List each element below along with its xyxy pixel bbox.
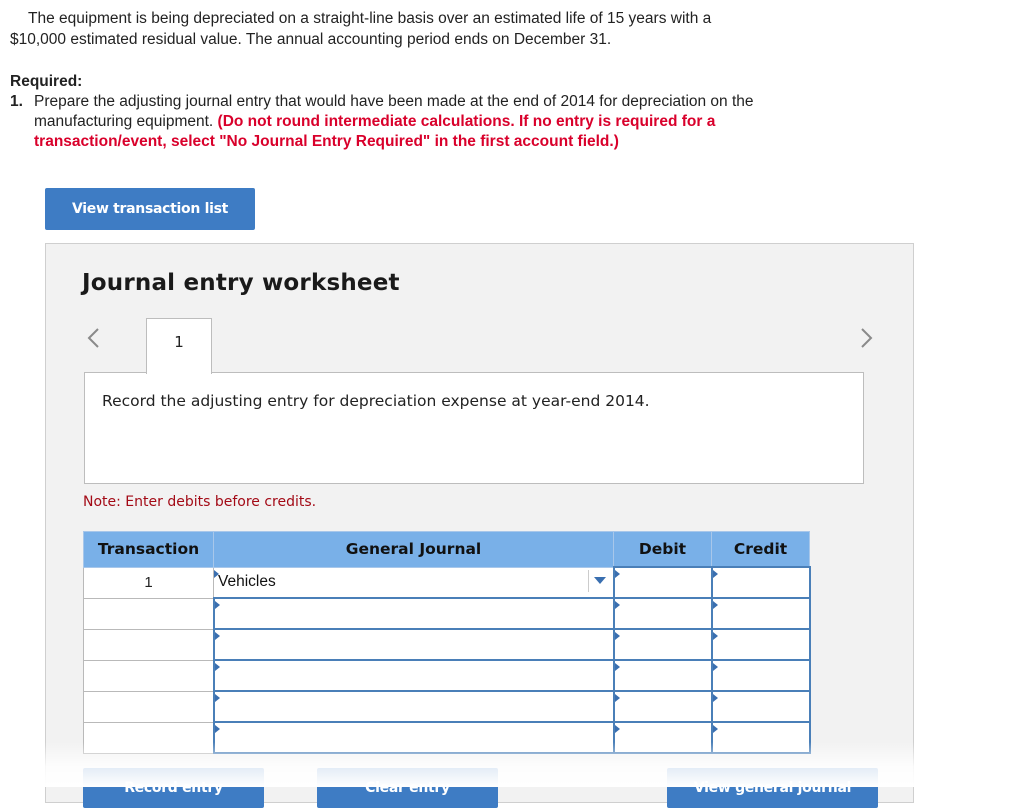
journal-row: 1 Vehicles <box>83 566 811 599</box>
account-select[interactable] <box>212 690 615 723</box>
transaction-number-cell <box>83 628 214 661</box>
problem-intro: The equipment is being depreciated on a … <box>10 8 850 50</box>
row-marker-icon <box>712 632 718 640</box>
transaction-number-cell <box>83 659 214 692</box>
row-marker-icon <box>614 601 620 609</box>
transaction-number-cell <box>83 690 214 723</box>
transaction-description-box <box>84 372 864 484</box>
credit-input[interactable] <box>710 659 811 692</box>
chevron-left-icon[interactable] <box>84 326 104 350</box>
tab-transaction-1[interactable]: 1 <box>146 318 212 374</box>
debit-input[interactable] <box>612 659 713 692</box>
view-general-journal-button[interactable]: View general journal <box>667 768 878 808</box>
account-select[interactable] <box>212 628 615 661</box>
row-marker-icon <box>214 601 220 609</box>
header-credit: Credit <box>711 531 810 568</box>
row-marker-icon <box>712 570 718 578</box>
journal-row <box>83 721 811 754</box>
journal-row <box>83 690 811 723</box>
required-item-number: 1. <box>10 93 23 110</box>
dropdown-button[interactable] <box>587 569 611 592</box>
transaction-description: Record the adjusting entry for depreciat… <box>102 392 650 410</box>
view-transaction-list-button[interactable]: View transaction list <box>45 188 255 230</box>
account-select[interactable] <box>212 659 615 692</box>
row-marker-icon <box>214 632 220 640</box>
account-select[interactable] <box>212 597 615 630</box>
required-item-1: 1. Prepare the adjusting journal entry t… <box>10 92 870 152</box>
credit-input[interactable] <box>710 690 811 723</box>
credit-input[interactable] <box>710 597 811 630</box>
caret-down-icon <box>593 577 606 584</box>
credit-input[interactable] <box>710 628 811 661</box>
intro-line-1: The equipment is being depreciated on a … <box>28 10 712 27</box>
row-marker-icon <box>614 725 620 733</box>
row-marker-icon <box>614 663 620 671</box>
debit-input[interactable] <box>612 628 713 661</box>
required-section: Required: 1. Prepare the adjusting journ… <box>10 72 870 152</box>
worksheet-title: Journal entry worksheet <box>82 270 400 296</box>
tab-label: 1 <box>174 333 184 351</box>
row-marker-icon <box>712 725 718 733</box>
clear-entry-button[interactable]: Clear entry <box>317 768 498 808</box>
required-heading: Required: <box>10 73 83 90</box>
credit-input[interactable] <box>710 721 811 754</box>
journal-header-row: Transaction General Journal Debit Credit <box>83 531 810 568</box>
intro-line-2: $10,000 estimated residual value. The an… <box>10 31 612 48</box>
row-marker-icon <box>614 632 620 640</box>
debit-input[interactable] <box>612 566 713 599</box>
journal-table: Transaction General Journal Debit Credit… <box>83 531 811 754</box>
header-transaction: Transaction <box>83 531 214 568</box>
row-marker-icon <box>614 570 620 578</box>
transaction-number-cell <box>83 597 214 630</box>
account-value: Vehicles <box>218 572 276 590</box>
debit-input[interactable] <box>612 690 713 723</box>
row-marker-icon <box>214 694 220 702</box>
header-general-journal: General Journal <box>213 531 614 568</box>
row-marker-icon <box>712 663 718 671</box>
row-marker-icon <box>214 663 220 671</box>
entry-note: Note: Enter debits before credits. <box>83 494 317 510</box>
journal-row <box>83 597 811 630</box>
debit-input[interactable] <box>612 597 713 630</box>
chevron-right-icon[interactable] <box>856 326 876 350</box>
row-marker-icon <box>712 601 718 609</box>
debit-input[interactable] <box>612 721 713 754</box>
account-select[interactable]: Vehicles <box>213 566 614 599</box>
row-marker-icon <box>712 694 718 702</box>
row-marker-icon <box>614 694 620 702</box>
account-select[interactable] <box>212 721 615 754</box>
header-debit: Debit <box>613 531 712 568</box>
transaction-number-cell <box>83 721 214 754</box>
journal-row <box>83 628 811 661</box>
row-marker-icon <box>214 725 220 733</box>
record-entry-button[interactable]: Record entry <box>83 768 264 808</box>
journal-row <box>83 659 811 692</box>
credit-input[interactable] <box>710 566 811 599</box>
transaction-number-cell: 1 <box>83 566 214 599</box>
